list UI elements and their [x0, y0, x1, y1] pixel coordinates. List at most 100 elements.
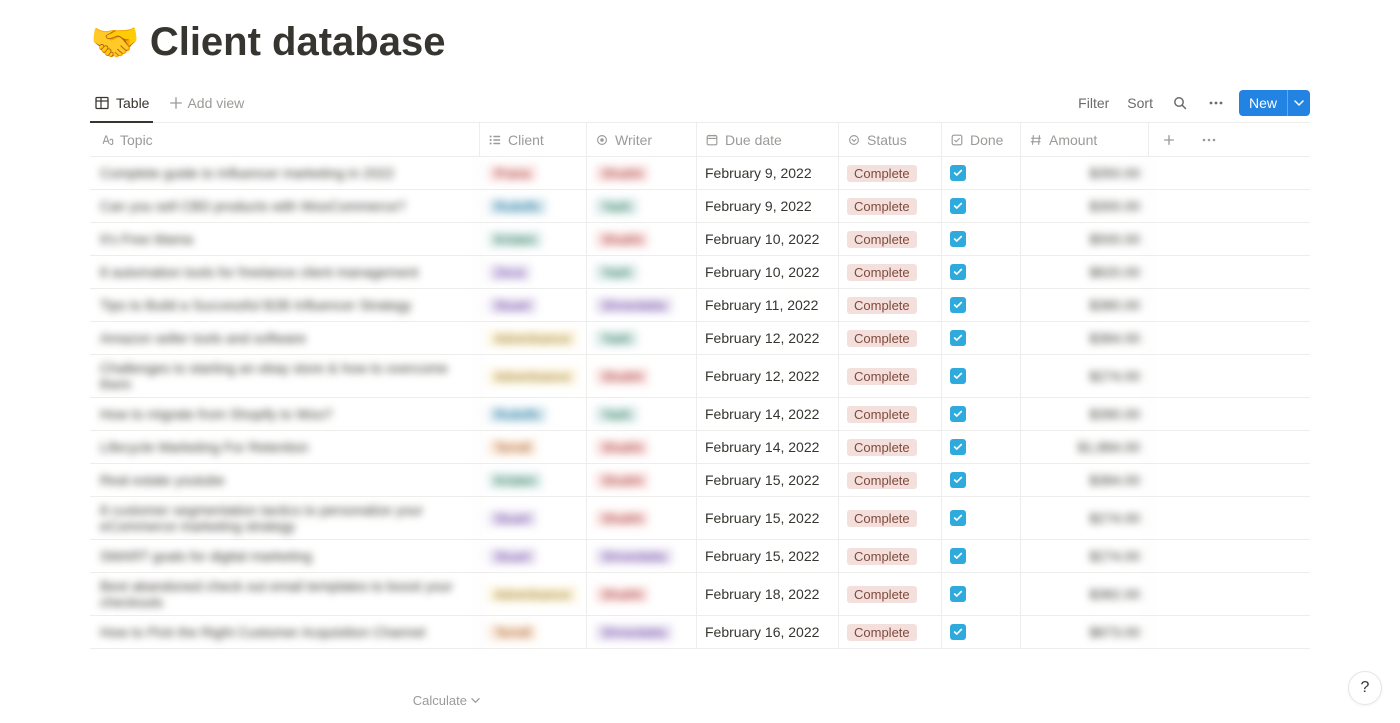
sort-button[interactable]: Sort	[1123, 91, 1157, 115]
cell-status[interactable]: Complete	[839, 497, 942, 539]
cell-topic[interactable]: Real estate youtube	[90, 464, 480, 496]
cell-amount[interactable]: $274.00	[1021, 355, 1149, 397]
cell-client[interactable]: Kristen	[480, 464, 587, 496]
cell-status[interactable]: Complete	[839, 289, 942, 321]
cell-date[interactable]: February 16, 2022	[697, 616, 839, 648]
cell-amount[interactable]: $1,884.00	[1021, 431, 1149, 463]
cell-amount[interactable]: $300.00	[1021, 190, 1149, 222]
cell-status[interactable]: Complete	[839, 322, 942, 354]
cell-topic[interactable]: Lifecycle Marketing For Retention	[90, 431, 480, 463]
table-row[interactable]: Tips to Build a Successful B2B Influence…	[90, 289, 1310, 322]
table-row[interactable]: It's Free MamaKristenShubhiFebruary 10, …	[90, 223, 1310, 256]
column-header-due-date[interactable]: Due date	[697, 123, 839, 156]
cell-status[interactable]: Complete	[839, 223, 942, 255]
table-row[interactable]: Can you sell CBD products with WooCommer…	[90, 190, 1310, 223]
checkbox-checked-icon[interactable]	[950, 406, 966, 422]
cell-amount[interactable]: $380.00	[1021, 289, 1149, 321]
checkbox-checked-icon[interactable]	[950, 510, 966, 526]
column-header-client[interactable]: Client	[480, 123, 587, 156]
column-header-status[interactable]: Status	[839, 123, 942, 156]
cell-status[interactable]: Complete	[839, 464, 942, 496]
checkbox-checked-icon[interactable]	[950, 624, 966, 640]
cell-done[interactable]	[942, 398, 1021, 430]
cell-done[interactable]	[942, 431, 1021, 463]
column-header-amount[interactable]: Amount	[1021, 123, 1149, 156]
cell-done[interactable]	[942, 616, 1021, 648]
cell-status[interactable]: Complete	[839, 398, 942, 430]
cell-topic[interactable]: It's Free Mama	[90, 223, 480, 255]
cell-writer[interactable]: Yash	[587, 398, 697, 430]
calculate-button[interactable]: Calculate	[90, 693, 480, 708]
page-icon[interactable]: 🤝	[90, 23, 140, 63]
cell-done[interactable]	[942, 190, 1021, 222]
cell-date[interactable]: February 12, 2022	[697, 322, 839, 354]
cell-writer[interactable]: Shubhi	[587, 355, 697, 397]
chevron-down-icon[interactable]	[1287, 90, 1310, 116]
cell-done[interactable]	[942, 289, 1021, 321]
cell-client[interactable]: Rodolfo	[480, 398, 587, 430]
table-row[interactable]: 8 automation tools for freelance client …	[90, 256, 1310, 289]
cell-date[interactable]: February 12, 2022	[697, 355, 839, 397]
cell-date[interactable]: February 18, 2022	[697, 573, 839, 615]
new-button[interactable]: New	[1239, 90, 1310, 116]
cell-amount[interactable]: $390.00	[1021, 398, 1149, 430]
cell-done[interactable]	[942, 540, 1021, 572]
cell-topic[interactable]: Challenges to starting an ebay store & h…	[90, 355, 480, 397]
cell-done[interactable]	[942, 464, 1021, 496]
cell-amount[interactable]: $873.00	[1021, 616, 1149, 648]
cell-status[interactable]: Complete	[839, 431, 942, 463]
cell-client[interactable]: Kristen	[480, 223, 587, 255]
column-more-button[interactable]	[1189, 123, 1229, 156]
cell-client[interactable]: Advertisance	[480, 322, 587, 354]
cell-writer[interactable]: Shubhi	[587, 157, 697, 189]
checkbox-checked-icon[interactable]	[950, 548, 966, 564]
checkbox-checked-icon[interactable]	[950, 165, 966, 181]
add-column-button[interactable]	[1149, 123, 1189, 156]
cell-topic[interactable]: Tips to Build a Successful B2B Influence…	[90, 289, 480, 321]
cell-amount[interactable]: $382.00	[1021, 573, 1149, 615]
cell-client[interactable]: Prana	[480, 157, 587, 189]
table-row[interactable]: Best abandoned check out email templates…	[90, 573, 1310, 616]
cell-status[interactable]: Complete	[839, 256, 942, 288]
column-header-done[interactable]: Done	[942, 123, 1021, 156]
table-row[interactable]: Lifecycle Marketing For RetentionTerrell…	[90, 431, 1310, 464]
table-row[interactable]: Real estate youtubeKristenShubhiFebruary…	[90, 464, 1310, 497]
cell-client[interactable]: Stuart	[480, 540, 587, 572]
checkbox-checked-icon[interactable]	[950, 472, 966, 488]
cell-date[interactable]: February 15, 2022	[697, 497, 839, 539]
cell-done[interactable]	[942, 322, 1021, 354]
cell-amount[interactable]: $274.00	[1021, 540, 1149, 572]
checkbox-checked-icon[interactable]	[950, 264, 966, 280]
cell-writer[interactable]: Shubhi	[587, 431, 697, 463]
page-title-text[interactable]: Client database	[150, 20, 446, 65]
table-row[interactable]: How to migrate from Shopify to Woo?Rodol…	[90, 398, 1310, 431]
cell-writer[interactable]: Shubhi	[587, 223, 697, 255]
cell-topic[interactable]: Can you sell CBD products with WooCommer…	[90, 190, 480, 222]
cell-writer[interactable]: Shreedatta	[587, 540, 697, 572]
cell-status[interactable]: Complete	[839, 157, 942, 189]
cell-writer[interactable]: Shreedatta	[587, 289, 697, 321]
cell-client[interactable]: Advertisance	[480, 355, 587, 397]
cell-date[interactable]: February 14, 2022	[697, 398, 839, 430]
cell-topic[interactable]: Complete guide to Influencer marketing i…	[90, 157, 480, 189]
cell-writer[interactable]: Yash	[587, 322, 697, 354]
cell-topic[interactable]: Amazon seller tools and software	[90, 322, 480, 354]
checkbox-checked-icon[interactable]	[950, 297, 966, 313]
cell-date[interactable]: February 9, 2022	[697, 157, 839, 189]
cell-done[interactable]	[942, 355, 1021, 397]
cell-done[interactable]	[942, 157, 1021, 189]
cell-date[interactable]: February 14, 2022	[697, 431, 839, 463]
checkbox-checked-icon[interactable]	[950, 231, 966, 247]
cell-client[interactable]: Advertisance	[480, 573, 587, 615]
cell-topic[interactable]: SMART goals for digital marketing	[90, 540, 480, 572]
cell-date[interactable]: February 9, 2022	[697, 190, 839, 222]
help-button[interactable]: ?	[1348, 671, 1382, 705]
filter-button[interactable]: Filter	[1074, 91, 1113, 115]
table-row[interactable]: Complete guide to Influencer marketing i…	[90, 157, 1310, 190]
cell-amount[interactable]: $384.00	[1021, 322, 1149, 354]
cell-status[interactable]: Complete	[839, 540, 942, 572]
cell-topic[interactable]: Best abandoned check out email templates…	[90, 573, 480, 615]
search-button[interactable]	[1167, 90, 1193, 116]
cell-amount[interactable]: $350.00	[1021, 157, 1149, 189]
cell-client[interactable]: Zeca	[480, 256, 587, 288]
